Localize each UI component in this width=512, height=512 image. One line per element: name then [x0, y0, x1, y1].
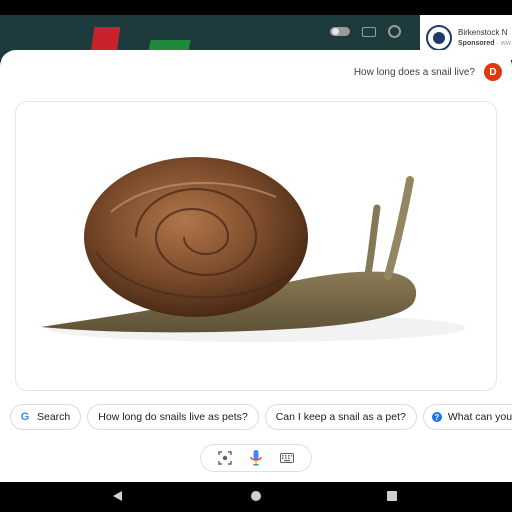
navigation-bar — [0, 482, 512, 512]
keyboard-icon[interactable] — [275, 446, 299, 470]
assistant-toolbar — [200, 444, 312, 472]
captions-icon[interactable] — [362, 26, 376, 37]
chip-what-can-you-do[interactable]: ? What can you do — [422, 404, 512, 430]
video-controls — [330, 25, 401, 38]
home-icon[interactable] — [251, 491, 261, 501]
chip-suggestion[interactable]: How long do snails live as pets? — [87, 404, 259, 430]
avatar[interactable]: D — [484, 63, 502, 81]
chip-label: Can I keep a snail as a pet? — [275, 411, 406, 423]
google-g-icon: G — [20, 411, 30, 423]
query-text: How long does a snail live? — [353, 66, 475, 78]
chip-label: Search — [37, 411, 71, 423]
microphone-icon[interactable] — [244, 446, 268, 470]
chip-search[interactable]: G Search — [10, 404, 82, 430]
result-image[interactable] — [15, 101, 497, 391]
chip-label: What can you do — [447, 411, 512, 423]
help-icon: ? — [431, 412, 442, 422]
lens-icon[interactable] — [213, 446, 237, 470]
ad-title: Birkenstock N — [458, 28, 508, 37]
assistant-sheet: How long does a snail live? D G Search H… — [0, 50, 512, 482]
chip-suggestion[interactable]: Can I keep a snail as a pet? — [264, 404, 417, 430]
status-bar — [0, 0, 512, 15]
user-query: How long does a snail live? D — [354, 63, 502, 81]
autoplay-toggle-icon[interactable] — [330, 27, 350, 36]
chip-label: How long do snails live as pets? — [98, 411, 248, 423]
ad-logo-icon — [426, 24, 452, 51]
recents-icon[interactable] — [387, 491, 397, 501]
gear-icon[interactable] — [388, 25, 401, 38]
back-icon[interactable] — [113, 491, 122, 501]
sponsored-label: Sponsored · ww — [458, 40, 511, 47]
suggestion-chips: G Search How long do snails live as pets… — [10, 404, 512, 430]
snail-image — [16, 102, 496, 390]
